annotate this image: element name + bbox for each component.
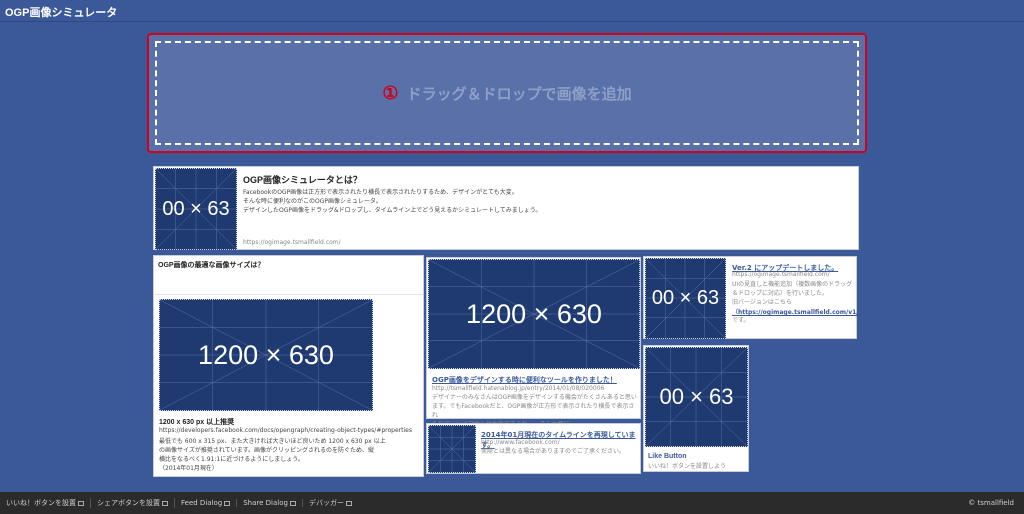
intro-url: https://ogimage.tsmallfield.com/ [243,239,341,246]
timeline-card-thumbnail [428,425,476,473]
intro-desc-line: デザインしたOGP画像をドラッグ&ドロップし、タイムライン上でどう見えるかシミュ… [243,207,542,214]
footer-link-debugger[interactable]: デバッガー [303,498,358,508]
like-card-description: いいね！ボタンを設置しよう [648,463,727,470]
footer-link-label: Share Dialog [243,499,288,507]
thumbnail-size-label: 1200 × 630 [466,298,602,329]
intro-thumbnail: 00 × 63 [155,168,237,250]
timeline-card-url: http://www.facebook.com/ [481,439,560,446]
thumbnail-size-label: 00 × 63 [162,197,230,220]
footer-link-label: シェアボタンを設置 [97,499,160,507]
footer-link-share-dialog[interactable]: Share Dialog [237,499,303,507]
version-card[interactable]: 00 × 63 Ver.2 にアップデートしました。 https://ogima… [643,256,864,339]
tool-card-thumbnail: 1200 × 630 [428,259,640,369]
external-link-icon [289,500,296,506]
divider [154,294,423,295]
version-card-desc-line: 旧バージョンはこちら [732,299,792,306]
external-link-icon [224,500,231,506]
size-card-title: 1200 x 630 px 以上推奨 [159,419,235,426]
version-card-desc-line: UIの見直しと機能追加（複数画像のドラッグ [732,281,853,288]
size-card-desc-line: の画像サイズが推奨されています。画像がクリッピングされるのを防ぐため、縦 [159,447,375,454]
footer-link-label: Feed Dialog [181,499,223,507]
footer-link-like-button[interactable]: いいね！ボタンを設置 [0,498,91,508]
size-card-description: 最低でも 600 x 315 px、また大きければ大きいほど良いため 1200 … [159,437,421,473]
step-number-badge: ① [382,82,399,103]
footer-link-label: いいね！ボタンを設置 [6,499,76,507]
size-card-desc-line: 横比をなるべく1.91:1に近づけるようにしましょう。 [159,456,304,463]
app-title: OGP画像シミュレータ [5,7,118,19]
tool-card-url: http://tsmallfield.hatenablog.jp/entry/2… [432,385,605,392]
size-card[interactable]: OGP画像の最適な画像サイズは？ 1200 × 630 1200 x 630 p… [153,255,424,477]
timeline-card[interactable]: 2014年01月現在のタイムラインを再現しています。 http://www.fa… [426,423,641,474]
size-card-url: https://developers.facebook.com/docs/ope… [159,427,412,434]
dropzone[interactable]: ① ドラッグ＆ドロップで画像を追加 [147,33,867,153]
dropzone-text: ① ドラッグ＆ドロップで画像を追加 [382,83,631,104]
thumbnail-size-label: 1200 × 630 [198,339,334,370]
version-card-desc-line: ＆ドロップに対応）を行いました。 [732,290,829,297]
v1-link[interactable]: （https://ogimage.tsmallfield.com/v1/） [732,307,864,316]
copyright: © tsmallfield [968,499,1014,507]
tool-card-desc-line: デザイナーのみなさんはOGP画像をデザインする機会がたくさんあると思い [432,394,637,401]
tool-card-title-link[interactable]: OGP画像をデザインする時に便利なツールを作りました！ [432,375,617,385]
intro-desc-line: FacebookのOGP画像は正方形で表示されたり横長で表示されたりするため、デ… [243,189,518,196]
like-card-thumbnail: 00 × 63 [645,347,748,447]
external-link-icon [162,500,168,506]
footer-link-label: デバッガー [308,499,344,507]
tool-card-desc-line: ます。でもFacebookだと、OGP画像が正方形で表示されたり横長で表示され [432,403,635,419]
size-card-desc-line: 最低でも 600 x 315 px、また大きければ大きいほど良いため 1200 … [159,438,386,445]
footer-bar: いいね！ボタンを設置 シェアボタンを設置 Feed Dialog Share D… [0,492,1024,514]
like-card[interactable]: 00 × 63 Like Button いいね！ボタンを設置しよう [643,345,749,472]
external-link-icon [345,500,352,506]
version-card-url: https://ogimage.tsmallfield.com/ [732,271,830,278]
footer-link-share-button[interactable]: シェアボタンを設置 [91,498,175,508]
size-card-heading: OGP画像の最適な画像サイズは？ [158,262,265,269]
footer-link-feed-dialog[interactable]: Feed Dialog [175,499,238,507]
thumbnail-size-label: 00 × 63 [651,287,720,309]
intro-description: FacebookのOGP画像は正方形で表示されたり横長で表示されたりするため、デ… [243,188,843,215]
version-card-description: UIの見直しと機能追加（複数画像のドラッグ ＆ドロップに対応）を行いました。 旧… [732,280,864,325]
intro-card[interactable]: 00 × 63 OGP画像シミュレータとは？ FacebookのOGP画像は正方… [153,166,859,250]
external-link-icon [78,500,84,506]
like-card-title[interactable]: Like Button [648,453,687,460]
thumbnail-size-label: 00 × 63 [659,384,734,409]
intro-desc-line: そんな時に便利なのがこのOGP画像シミュレータ。 [243,198,382,205]
header-bar: OGP画像シミュレータ [0,0,1024,22]
timeline-card-description: 実際とは異なる場合がありますのでご了承ください。 [481,448,626,455]
dropzone-inner[interactable]: ① ドラッグ＆ドロップで画像を追加 [155,41,859,145]
intro-title: OGP画像シミュレータとは？ [243,175,362,185]
version-card-desc-tail: です。 [732,317,750,324]
size-card-thumbnail: 1200 × 630 [159,299,373,411]
size-card-desc-line: （2014年01月現在） [159,465,218,472]
version-card-thumbnail: 00 × 63 [645,258,726,339]
dropzone-label: ドラッグ＆ドロップで画像を追加 [406,85,632,103]
tool-card[interactable]: 1200 × 630 OGP画像をデザインする時に便利なツールを作りました！ h… [426,257,641,428]
